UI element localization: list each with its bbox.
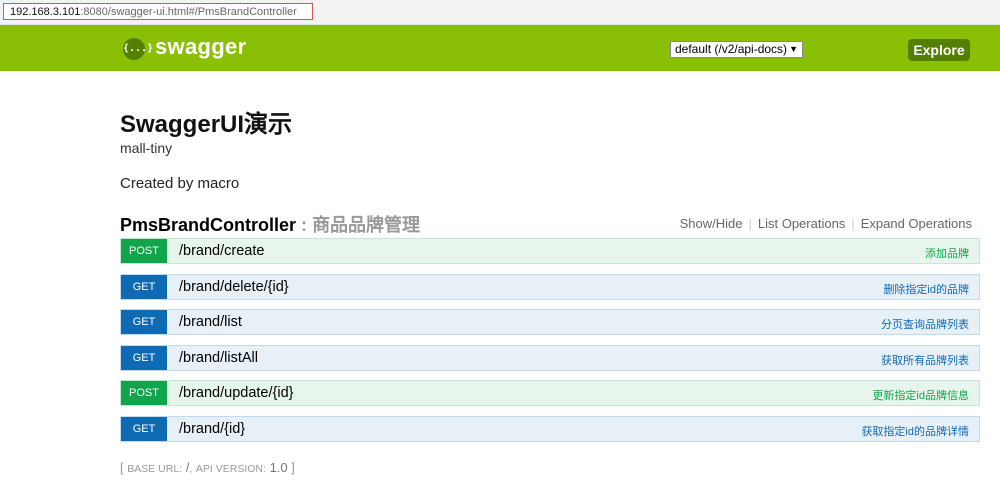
swagger-header: {...} swagger default (/v2/api-docs) ▼ E…: [0, 25, 1000, 71]
footer-bracket-open: [: [120, 460, 124, 475]
resource-name-row: PmsBrandController : 商品品牌管理: [120, 211, 420, 237]
operation-summary[interactable]: 分页查询品牌列表: [881, 316, 969, 332]
operation-summary[interactable]: 获取所有品牌列表: [881, 352, 969, 368]
divider: |: [851, 216, 855, 231]
operation-post-brand-update[interactable]: POST /brand/update/{id} 更新指定id品牌信息: [120, 380, 980, 407]
http-method-badge[interactable]: GET: [121, 310, 167, 335]
footer-comma: ,: [189, 463, 193, 475]
url-host: 192.168.3.101: [10, 6, 81, 18]
divider: |: [748, 216, 752, 231]
explore-button[interactable]: Explore: [908, 39, 970, 61]
api-spec-select[interactable]: default (/v2/api-docs) ▼: [670, 41, 803, 58]
api-version-label: API VERSION:: [195, 463, 266, 475]
footer-bracket-close: ]: [291, 460, 295, 475]
http-method-badge[interactable]: GET: [121, 274, 167, 299]
page-subtitle: mall-tiny: [120, 140, 173, 156]
http-method-badge[interactable]: GET: [121, 416, 167, 441]
expand-operations-link[interactable]: Expand Operations: [861, 216, 972, 231]
operation-path[interactable]: /brand/delete/{id}: [179, 279, 289, 295]
operation-path[interactable]: /brand/create: [179, 243, 264, 259]
operation-summary[interactable]: 更新指定id品牌信息: [872, 387, 969, 403]
resource-heading: PmsBrandController : 商品品牌管理 Show/Hide | Li…: [120, 211, 972, 235]
api-footer: [ BASE URL: /, API VERSION: 1.0 ]: [120, 460, 295, 475]
operation-get-brand-by-id[interactable]: GET /brand/{id} 获取指定id的品牌详情: [120, 415, 980, 442]
operation-post-brand-create[interactable]: POST /brand/create 添加品牌: [120, 238, 980, 264]
operation-get-brand-listall[interactable]: GET /brand/listAll 获取所有品牌列表: [120, 344, 980, 371]
operation-path[interactable]: /brand/list: [179, 314, 242, 330]
operation-path[interactable]: /brand/{id}: [179, 421, 245, 437]
operation-summary[interactable]: 删除指定id的品牌: [883, 281, 969, 297]
swagger-brand[interactable]: swagger: [155, 34, 246, 60]
operation-summary[interactable]: 添加品牌: [925, 245, 969, 261]
url-path: :8080/swagger-ui.html#/PmsBrandControlle…: [80, 6, 297, 18]
browser-address-bar: 192.168.3.101:8080/swagger-ui.html#/PmsB…: [0, 0, 1000, 25]
operations-list: POST /brand/create 添加品牌 GET /brand/delet…: [120, 238, 980, 452]
swagger-logo-icon: {...}: [123, 38, 153, 60]
resource-name-link[interactable]: PmsBrandController: [120, 215, 296, 235]
resource-actions: Show/Hide | List Operations | Expand Operati…: [680, 216, 972, 231]
operation-get-brand-list[interactable]: GET /brand/list 分页查询品牌列表: [120, 309, 980, 336]
operation-path[interactable]: /brand/listAll: [179, 350, 258, 366]
dropdown-caret-icon: ▼: [789, 44, 798, 54]
page-title: SwaggerUI演示: [120, 111, 293, 138]
operation-path[interactable]: /brand/update/{id}: [179, 385, 294, 401]
http-method-badge[interactable]: POST: [121, 239, 167, 263]
base-url-label: BASE URL:: [127, 463, 183, 475]
url-input[interactable]: 192.168.3.101:8080/swagger-ui.html#/PmsB…: [3, 3, 313, 20]
resource-separator: :: [301, 215, 308, 235]
api-version-value: 1.0: [269, 460, 288, 475]
operation-summary[interactable]: 获取指定id的品牌详情: [861, 423, 969, 439]
http-method-badge[interactable]: GET: [121, 345, 167, 370]
operation-get-brand-delete[interactable]: GET /brand/delete/{id} 删除指定id的品牌: [120, 273, 980, 300]
api-spec-select-value: default (/v2/api-docs): [675, 42, 788, 56]
show-hide-link[interactable]: Show/Hide: [680, 216, 743, 231]
resource-description: 商品品牌管理: [312, 215, 421, 235]
http-method-badge[interactable]: POST: [121, 381, 167, 406]
list-operations-link[interactable]: List Operations: [758, 216, 845, 231]
created-by: Created by macro: [120, 175, 240, 192]
